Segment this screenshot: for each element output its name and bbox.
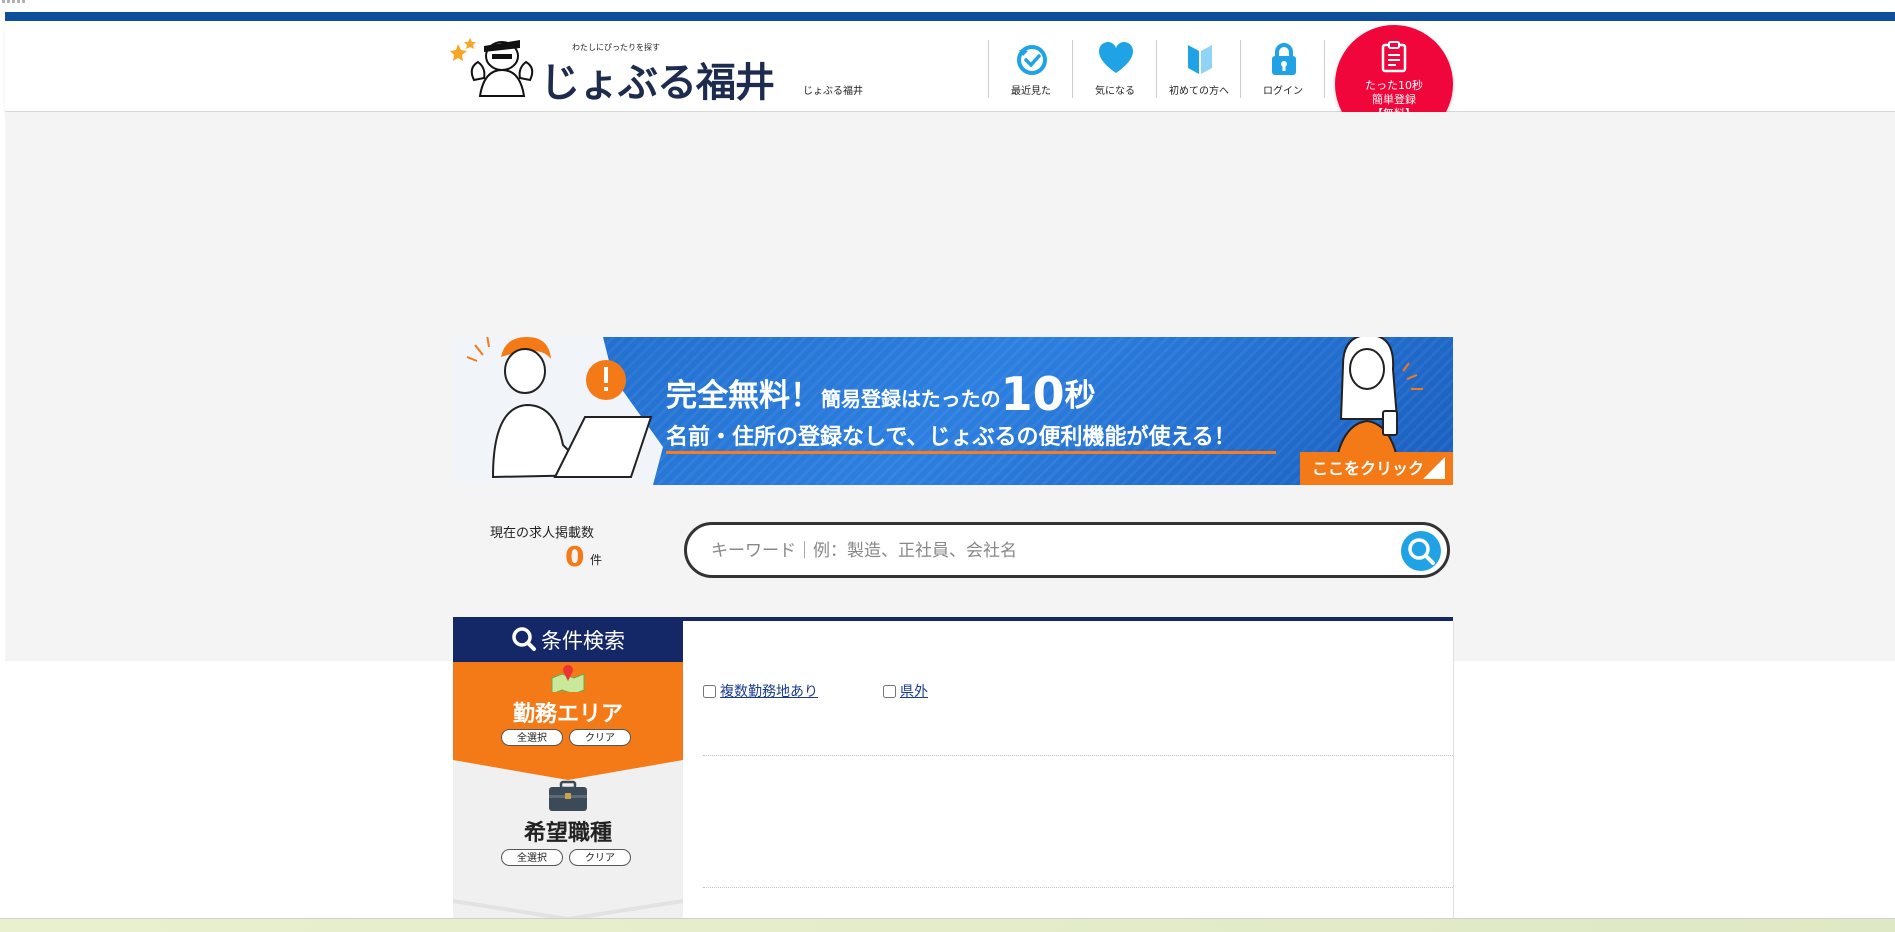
nav-divider <box>1324 40 1325 98</box>
corner-triangle-icon <box>1423 457 1445 479</box>
job-count-value: 0 <box>565 540 585 573</box>
free-register-banner[interactable]: 完全無料！簡易登録はたったの10秒 名前・住所の登録なしで、じょぶるの便利機能が… <box>453 337 1453 485</box>
conditions-title: 条件検索 <box>453 621 683 662</box>
area-clear-button[interactable]: クリア <box>569 729 631 746</box>
nav-login[interactable]: ログイン <box>1240 40 1325 98</box>
banner-underline <box>666 451 1276 454</box>
map-pin-icon <box>551 665 585 692</box>
multi-location-checkbox-input[interactable] <box>703 685 716 698</box>
search-button[interactable] <box>1401 531 1441 571</box>
work-area-label: 勤務エリア <box>512 702 623 727</box>
keyword-search-box <box>684 522 1450 578</box>
tab-work-area[interactable]: 勤務エリア 全選択 クリア <box>453 662 683 780</box>
banner-subline: 名前・住所の登録なしで、じょぶるの便利機能が使える！ <box>666 425 1236 450</box>
browser-top-strip <box>0 0 1895 12</box>
nav-favorites[interactable]: 気になる <box>1072 40 1157 98</box>
job-clear-button[interactable]: クリア <box>569 849 631 866</box>
multi-location-checkbox[interactable]: 複数勤務地あり <box>703 681 818 701</box>
logo-text: じょぶる福井 <box>540 60 775 106</box>
banner-free-text: 完全無料！ <box>666 378 821 414</box>
section-divider <box>703 887 1453 888</box>
site-subtitle: じょぶる福井 <box>803 86 863 97</box>
clock-check-icon <box>1017 45 1047 75</box>
lock-icon <box>1272 43 1296 75</box>
click-here-button[interactable]: ここをクリック <box>1300 452 1453 485</box>
multi-location-label: 複数勤務地あり <box>720 684 818 700</box>
out-of-prefecture-label: 県外 <box>900 684 928 700</box>
conditions-title-text: 条件検索 <box>541 629 625 653</box>
out-of-prefecture-checkbox-input[interactable] <box>883 685 896 698</box>
area-select-all-button[interactable]: 全選択 <box>501 729 563 746</box>
nav-first-time[interactable]: 初めての方へ <box>1156 40 1241 98</box>
register-line1: たった10秒 <box>1365 79 1423 92</box>
briefcase-icon <box>549 780 587 811</box>
site-header <box>5 21 1895 112</box>
click-here-label: ここをクリック <box>1312 459 1425 478</box>
keyword-search-input[interactable] <box>709 535 1393 567</box>
beginner-mark-icon <box>1188 45 1212 74</box>
nav-label: 気になる <box>1095 86 1135 97</box>
register-line2: 簡単登録 <box>1372 93 1416 106</box>
nav-recently-viewed[interactable]: 最近見た <box>988 40 1073 98</box>
job-count-unit: 件 <box>590 553 603 567</box>
nav-label: 初めての方へ <box>1169 86 1229 97</box>
browser-status-bar <box>0 918 1895 932</box>
conditions-sidebar: 条件検索 勤務エリア 全選択 クリア 希望職種 全選択 クリア <box>453 621 683 931</box>
window-dots <box>2 0 26 3</box>
conditions-content: 複数勤務地あり 県外 <box>683 621 1454 931</box>
desired-job-label: 希望職種 <box>523 821 612 846</box>
banner-simple-reg-text: 簡易登録はたったの <box>821 387 1001 411</box>
job-select-all-button[interactable]: 全選択 <box>501 849 563 866</box>
man-with-laptop-icon <box>466 337 653 479</box>
search-icon <box>512 627 536 651</box>
nav-label: ログイン <box>1263 86 1303 97</box>
heart-icon <box>1099 42 1133 73</box>
mascot-logo-icon <box>450 38 534 97</box>
out-of-prefecture-checkbox[interactable]: 県外 <box>883 681 928 701</box>
nav-label: 最近見た <box>1011 86 1051 97</box>
job-count-label: 現在の求人掲載数 <box>490 526 595 541</box>
banner-seconds-number: 10 <box>1000 367 1065 421</box>
top-brand-bar <box>5 12 1895 21</box>
clipboard-icon <box>1381 41 1407 73</box>
search-icon <box>1408 538 1435 565</box>
tab-desired-job[interactable]: 希望職種 全選択 クリア <box>453 780 683 921</box>
site-logo[interactable]: わたしにぴったりを探す じょぶる福井 <box>450 34 780 106</box>
banner-headline: 完全無料！簡易登録はたったの10秒 <box>666 367 1096 421</box>
banner-seconds-unit: 秒 <box>1064 378 1096 414</box>
section-divider <box>703 755 1453 756</box>
